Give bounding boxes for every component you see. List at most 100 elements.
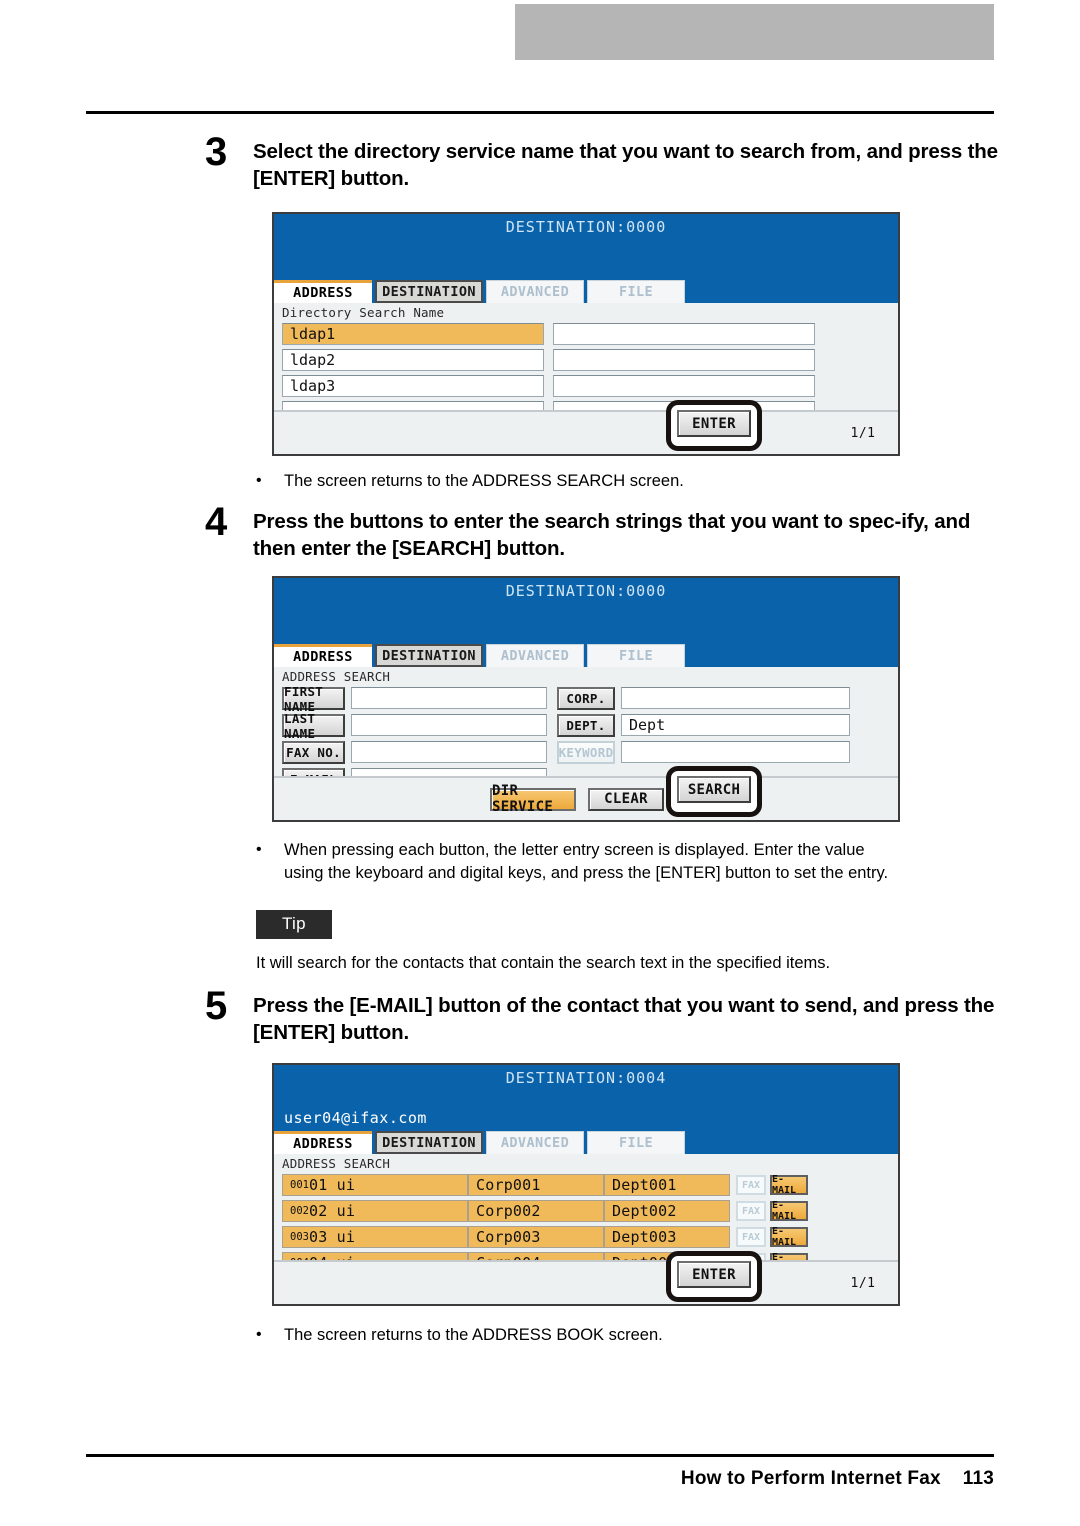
tip-text: It will search for the contacts that con…: [256, 954, 831, 972]
fax-no-button[interactable]: FAX NO.: [282, 741, 345, 764]
result-id-name[interactable]: 001 01 ui: [282, 1174, 468, 1196]
panel1-enter-button[interactable]: ENTER: [677, 410, 751, 437]
footer-divider: [86, 1454, 994, 1457]
panel3-destination-title: DESTINATION:0004: [505, 1069, 667, 1087]
panel3-enter-button[interactable]: ENTER: [677, 1261, 751, 1288]
result-name: 02 ui: [308, 1202, 356, 1220]
panel2-search-button[interactable]: SEARCH: [677, 776, 751, 803]
directory-entry-left-2[interactable]: ldap2: [282, 349, 544, 371]
result-dept[interactable]: Dept001: [604, 1174, 730, 1196]
corp-field[interactable]: [621, 687, 850, 709]
panel1-footer: CANCEL 1/1: [274, 410, 898, 454]
panel3-tab-destination[interactable]: DESTINATION: [375, 1131, 483, 1154]
result-id-prefix: 002: [290, 1205, 309, 1217]
result-id-prefix: 001: [290, 1179, 309, 1191]
result-dept[interactable]: Dept003: [604, 1226, 730, 1248]
footer-title: How to Perform Internet Fax: [680, 1468, 941, 1489]
keyword-field: [621, 741, 850, 763]
panel1-tabbar[interactable]: ADDRESS DESTINATION ADVANCED FILE: [274, 280, 898, 303]
panel3-tab-address[interactable]: ADDRESS: [274, 1131, 372, 1154]
panel3-footer: 1/1: [274, 1260, 898, 1304]
note-after-step-5: • The screen returns to the ADDRESS BOOK…: [256, 1324, 956, 1347]
result-id-name[interactable]: 003 03 ui: [282, 1226, 468, 1248]
result-name: 01 ui: [308, 1176, 356, 1194]
directory-entry-left-3[interactable]: ldap3: [282, 375, 544, 397]
panel3-page-indicator: 1/1: [850, 1275, 876, 1291]
note-after-step-4: • When pressing each button, the letter …: [256, 841, 889, 883]
step-3: 3 Select the directory service name that…: [205, 132, 1000, 192]
panel2-tabbar[interactable]: ADDRESS DESTINATION ADVANCED FILE: [274, 644, 898, 667]
fax-no-field[interactable]: [351, 741, 547, 763]
bullet-dot-icon: •: [256, 1326, 262, 1343]
panel2-tab-file[interactable]: FILE: [587, 644, 685, 667]
panel3-tab-advanced[interactable]: ADVANCED: [486, 1131, 584, 1154]
last-name-field[interactable]: [351, 714, 547, 736]
panel1-tab-advanced[interactable]: ADVANCED: [486, 280, 584, 303]
panel1-tab-address[interactable]: ADDRESS: [274, 280, 372, 303]
step-5: 5 Press the [E-MAIL] button of the conta…: [205, 986, 1000, 1046]
panel3-section-label: ADDRESS SEARCH: [282, 1156, 391, 1171]
result-fax-button: FAX: [736, 1227, 766, 1247]
panel1-header: DESTINATION:0000: [274, 214, 898, 280]
panel1-page-indicator: 1/1: [850, 425, 876, 441]
panel3-header: DESTINATION:0004 user04@ifax.com: [274, 1065, 898, 1131]
result-email-button[interactable]: E-MAIL: [770, 1226, 808, 1248]
directory-entry-right-3[interactable]: [553, 375, 815, 397]
note-after-step-3: • The screen returns to the ADDRESS SEAR…: [256, 470, 956, 493]
panel3-destination-address: user04@ifax.com: [284, 1109, 427, 1127]
page-footer: How to Perform Internet Fax 113: [86, 1468, 994, 1490]
result-name: 03 ui: [308, 1228, 356, 1246]
header-divider: [86, 111, 994, 114]
page-header-bar: [515, 4, 994, 60]
first-name-field[interactable]: [351, 687, 547, 709]
panel1-destination-title: DESTINATION:0000: [505, 218, 667, 236]
result-id-prefix: 003: [290, 1231, 309, 1243]
panel1-tab-file[interactable]: FILE: [587, 280, 685, 303]
directory-entry-left-1[interactable]: ldap1: [282, 323, 544, 345]
panel2-tab-address[interactable]: ADDRESS: [274, 644, 372, 667]
step-5-text: Press the [E-MAIL] button of the contact…: [253, 994, 995, 1045]
panel2-tab-destination[interactable]: DESTINATION: [375, 644, 483, 667]
panel3-enter-highlight: ENTER: [666, 1251, 762, 1302]
panel2-search-highlight: SEARCH: [666, 766, 762, 817]
panel2-clear-button[interactable]: CLEAR: [588, 787, 664, 811]
step-5-number: 5: [205, 984, 228, 1028]
step-4-text: Press the buttons to enter the search st…: [253, 510, 971, 561]
tip-label: Tip: [282, 914, 306, 933]
panel3-tabbar[interactable]: ADDRESS DESTINATION ADVANCED FILE: [274, 1131, 898, 1154]
bullet-dot-icon: •: [256, 841, 262, 858]
result-email-button[interactable]: E-MAIL: [770, 1200, 808, 1222]
keyword-button: KEYWORD: [557, 741, 615, 764]
dept-button[interactable]: DEPT.: [557, 714, 615, 737]
result-fax-button: FAX: [736, 1175, 766, 1195]
panel2-header: DESTINATION:0000: [274, 578, 898, 644]
result-corp[interactable]: Corp002: [468, 1200, 604, 1222]
directory-entry-right-1[interactable]: [553, 323, 815, 345]
result-corp[interactable]: Corp001: [468, 1174, 604, 1196]
result-dept[interactable]: Dept002: [604, 1200, 730, 1222]
result-corp[interactable]: Corp003: [468, 1226, 604, 1248]
bullet-dot-icon: •: [256, 472, 262, 489]
step-3-number: 3: [205, 130, 228, 174]
device-panel-address-search[interactable]: DESTINATION:0000 ADDRESS DESTINATION ADV…: [272, 576, 900, 822]
panel2-tab-advanced[interactable]: ADVANCED: [486, 644, 584, 667]
table-row[interactable]: 003 03 ui Corp003 Dept003 FAX E-MAIL: [282, 1226, 890, 1248]
panel1-tab-destination[interactable]: DESTINATION: [375, 280, 483, 303]
device-panel-directory-search[interactable]: DESTINATION:0000 ADDRESS DESTINATION ADV…: [272, 212, 900, 456]
panel2-destination-title: DESTINATION:0000: [505, 582, 667, 600]
result-email-button[interactable]: E-MAIL: [770, 1174, 808, 1196]
page-number: 113: [962, 1468, 994, 1489]
last-name-button[interactable]: LAST NAME: [282, 711, 345, 741]
dept-field[interactable]: Dept: [621, 714, 850, 736]
corp-button[interactable]: CORP.: [557, 687, 615, 710]
result-id-name[interactable]: 002 02 ui: [282, 1200, 468, 1222]
directory-entry-right-2[interactable]: [553, 349, 815, 371]
dir-service-button[interactable]: DIR SERVICE: [490, 783, 576, 815]
device-panel-search-results[interactable]: DESTINATION:0004 user04@ifax.com ADDRESS…: [272, 1063, 900, 1306]
first-name-button[interactable]: FIRST NAME: [282, 684, 345, 714]
step-4-number: 4: [205, 500, 228, 544]
table-row[interactable]: 002 02 ui Corp002 Dept002 FAX E-MAIL: [282, 1200, 890, 1222]
step-4: 4 Press the buttons to enter the search …: [205, 502, 1000, 562]
table-row[interactable]: 001 01 ui Corp001 Dept001 FAX E-MAIL: [282, 1174, 890, 1196]
panel3-tab-file[interactable]: FILE: [587, 1131, 685, 1154]
